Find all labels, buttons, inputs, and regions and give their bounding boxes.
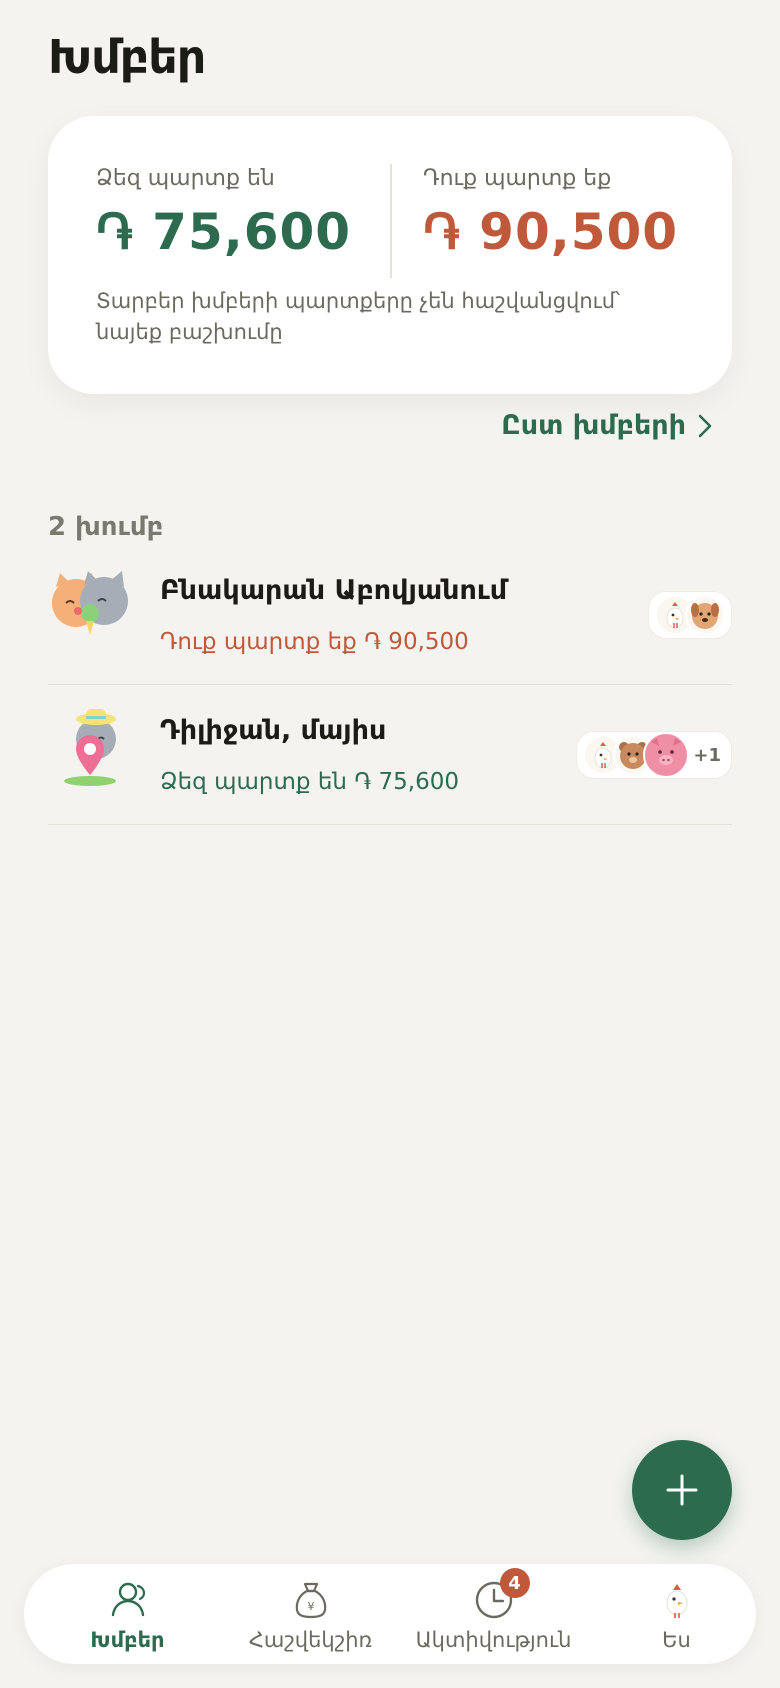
tab-groups-label: Խմբեր	[90, 1628, 165, 1652]
group-row[interactable]: Բնակարան Աբովյանում Դուք պարտք եք ֏ 90,5…	[48, 545, 732, 685]
bottom-tab-bar: Խմբեր ¥ Հաշվեկշիռ 4 Ակտիվություն Ես	[24, 1564, 756, 1664]
groups-screen: Խմբեր Ձեզ պարտք են ֏ 75,600 Դուք պարտք ե…	[0, 0, 780, 1688]
chevron-right-icon	[698, 414, 712, 437]
clock-icon: 4	[472, 1568, 530, 1622]
by-groups-link[interactable]: Ըստ խմբերի	[501, 410, 712, 441]
group-row[interactable]: Դիլիջան, մայիս Ձեզ պարտք են ֏ 75,600 +1	[48, 685, 732, 825]
tab-balance[interactable]: ¥ Հաշվեկշիռ	[219, 1564, 402, 1664]
activity-badge: 4	[499, 1568, 530, 1598]
add-group-button[interactable]	[632, 1440, 732, 1540]
group-name: Դիլիջան, մայիս	[160, 715, 387, 746]
dog-avatar-icon	[685, 595, 725, 635]
pig-avatar-icon	[643, 732, 690, 778]
svg-text:¥: ¥	[307, 1600, 314, 1613]
balance-summary-card: Ձեզ պարտք են ֏ 75,600 Դուք պարտք եք ֏ 90…	[48, 116, 732, 394]
owed-to-you-amount: ֏ 75,600	[96, 203, 352, 261]
groups-count: 2 խումբ	[48, 512, 164, 542]
group-members	[648, 591, 732, 639]
owed-to-you-label: Ձեզ պարտք են	[96, 166, 275, 191]
tab-activity[interactable]: 4 Ակտիվություն	[402, 1564, 585, 1664]
tab-me[interactable]: Ես	[585, 1564, 768, 1664]
people-icon	[106, 1578, 150, 1622]
group-name: Բնակարան Աբովյանում	[160, 575, 508, 606]
tab-balance-label: Հաշվեկշիռ	[248, 1628, 373, 1652]
extra-members-count: +1	[693, 744, 721, 766]
you-owe-amount: ֏ 90,500	[423, 203, 679, 261]
you-owe-block: Դուք պարտք եք ֏ 90,500	[423, 166, 678, 262]
cats-hug-sticker-icon	[48, 563, 132, 647]
summary-divider	[390, 164, 392, 278]
tab-me-label: Ես	[662, 1628, 691, 1652]
summary-note: Տարբեր խմբերի պարտքերը չեն հաշվանցվում՝ …	[96, 289, 621, 344]
tab-activity-label: Ակտիվություն	[415, 1628, 572, 1652]
cat-location-pin-sticker-icon	[48, 703, 132, 787]
group-balance-status: Դուք պարտք եք ֏ 90,500	[160, 629, 469, 655]
page-title: Խմբեր	[48, 30, 206, 84]
by-groups-label: Ըստ խմբերի	[501, 410, 686, 441]
you-owe-label: Դուք պարտք եք	[423, 166, 612, 191]
tab-groups[interactable]: Խմբեր	[36, 1564, 219, 1664]
group-members: +1	[576, 731, 732, 779]
money-bag-icon: ¥	[289, 1578, 333, 1622]
owed-to-you-block: Ձեզ պարտք են ֏ 75,600	[96, 166, 351, 262]
plus-icon	[666, 1474, 698, 1506]
group-balance-status: Ձեզ պարտք են ֏ 75,600	[160, 769, 459, 795]
chicken-avatar-icon	[655, 1578, 699, 1622]
